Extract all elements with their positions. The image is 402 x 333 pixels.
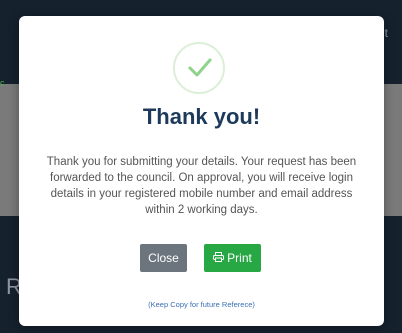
thank-you-dialog: Thank you! Thank you for submitting your…: [19, 16, 384, 326]
backdrop-status-text: c: [0, 78, 5, 88]
dialog-title: Thank you!: [142, 104, 261, 129]
close-button[interactable]: Close: [140, 244, 187, 272]
print-button[interactable]: Print: [204, 244, 261, 272]
backdrop-header-text: t: [384, 26, 388, 40]
close-button-label: Close: [148, 251, 179, 265]
print-button-label: Print: [227, 251, 252, 265]
dialog-message: Thank you for submitting your details. Y…: [46, 156, 357, 216]
success-check-icon: [173, 42, 225, 94]
keep-copy-note: (Keep Copy for future Referece): [148, 300, 255, 309]
printer-icon: [213, 251, 227, 265]
